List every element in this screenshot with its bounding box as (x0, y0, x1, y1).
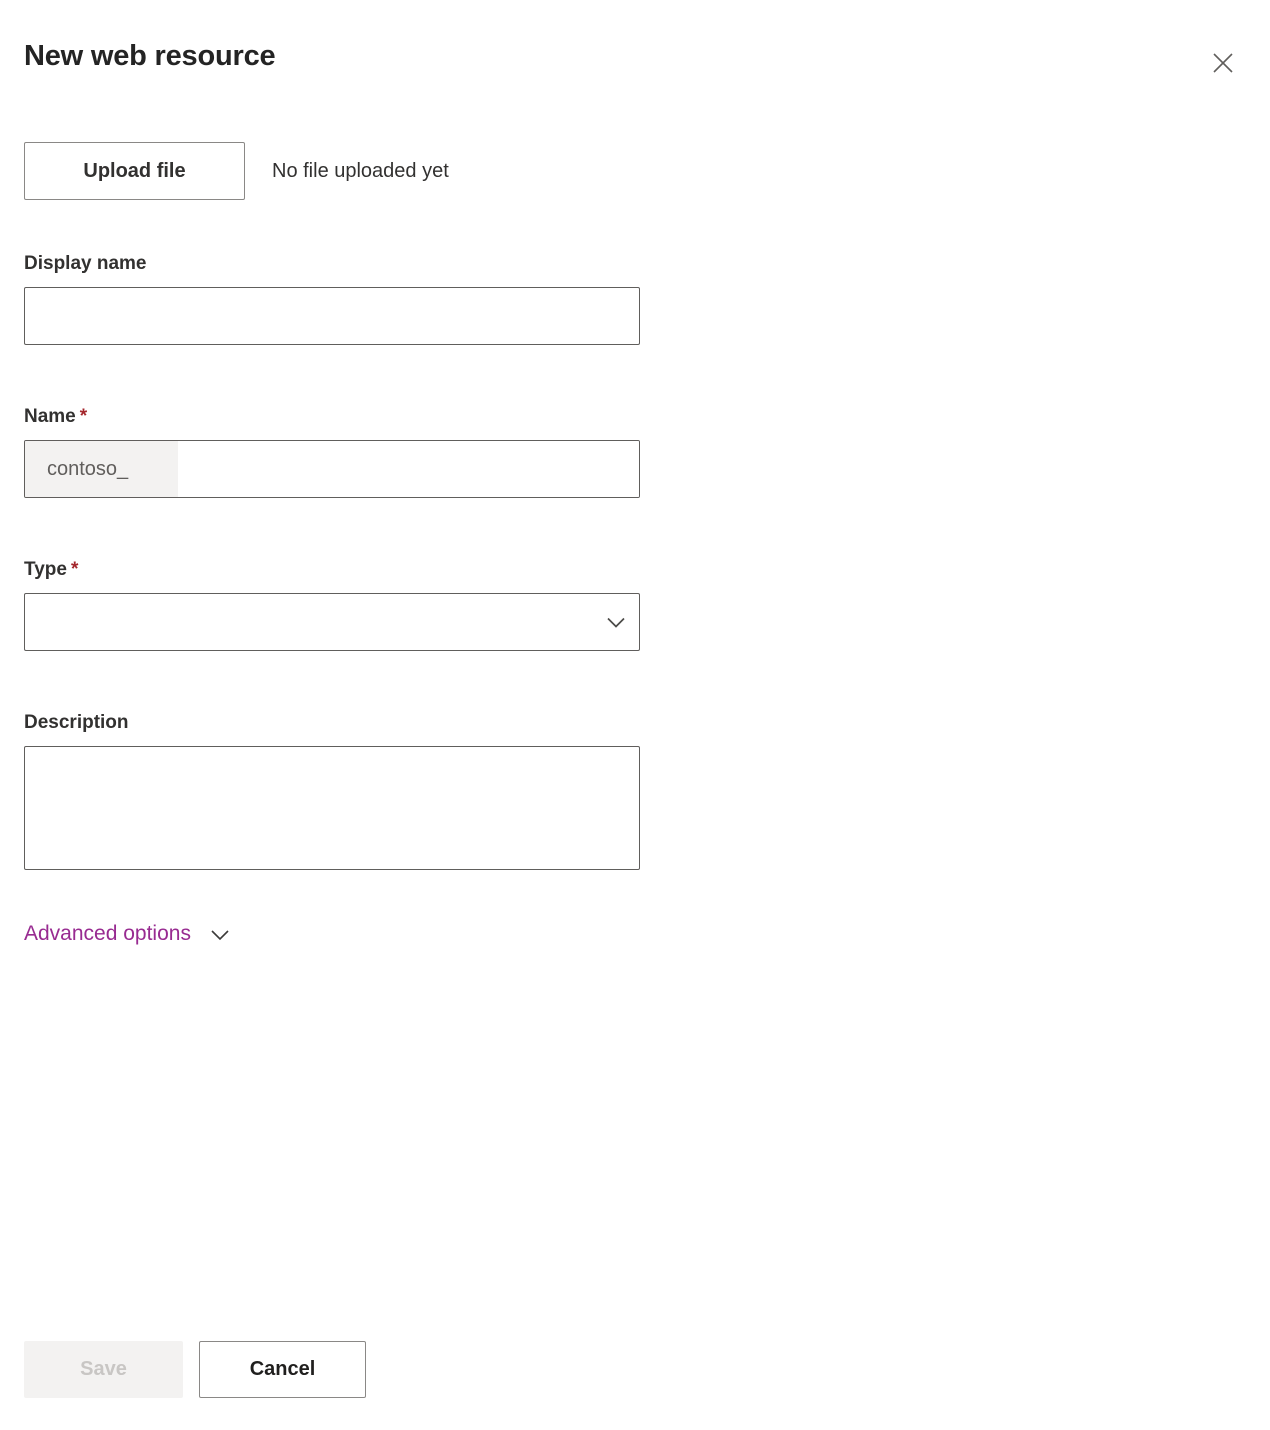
display-name-label: Display name (24, 253, 147, 274)
type-label-text: Type (24, 559, 67, 580)
chevron-down-icon (207, 921, 233, 947)
upload-file-button[interactable]: Upload file (24, 142, 245, 200)
field-display-name: Display name (24, 251, 640, 345)
name-required-asterisk: * (79, 406, 88, 427)
cancel-button[interactable]: Cancel (199, 1341, 366, 1398)
new-web-resource-panel: New web resource Upload file No file upl… (0, 0, 1270, 1430)
advanced-options-label: Advanced options (24, 922, 191, 945)
name-input[interactable] (178, 441, 639, 497)
type-dropdown[interactable] (24, 593, 640, 651)
close-icon (1208, 48, 1238, 78)
description-label: Description (24, 712, 129, 733)
display-name-input[interactable] (24, 287, 640, 345)
field-description: Description (24, 710, 640, 875)
name-label-text: Name (24, 406, 76, 427)
name-label: Name * (24, 404, 640, 430)
field-name: Name * contoso_ (24, 404, 640, 498)
name-input-group: contoso_ (24, 440, 640, 498)
type-required-asterisk: * (70, 559, 79, 580)
description-textarea[interactable] (24, 746, 640, 870)
close-button[interactable] (1198, 38, 1248, 88)
type-label: Type * (24, 557, 640, 583)
field-type: Type * (24, 557, 640, 651)
upload-status-text: No file uploaded yet (272, 159, 449, 182)
save-button[interactable]: Save (24, 1341, 183, 1398)
panel-footer: Save Cancel (24, 1341, 366, 1398)
page-title: New web resource (24, 40, 276, 72)
upload-row: Upload file No file uploaded yet (24, 142, 449, 200)
name-prefix-label: contoso_ (25, 441, 178, 497)
panel-header: New web resource (0, 0, 1270, 120)
advanced-options-toggle[interactable]: Advanced options (24, 921, 233, 947)
chevron-down-icon (593, 609, 639, 635)
